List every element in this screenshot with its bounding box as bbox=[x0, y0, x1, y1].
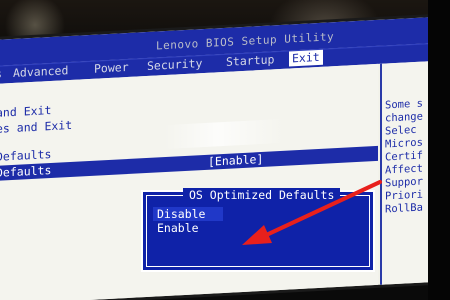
help-line: Selec bbox=[385, 123, 417, 138]
dialog-title: OS Optimized Defaults bbox=[183, 188, 341, 202]
screen-glare bbox=[164, 118, 284, 150]
monitor-bezel bbox=[428, 0, 450, 300]
option-discard-changes-and-exit[interactable]: es and Exit bbox=[0, 118, 72, 136]
dialog-option-disable[interactable]: Disable bbox=[157, 207, 205, 221]
help-line: Suppor bbox=[385, 175, 423, 190]
help-panel: Some s change Selec Micros Certif Affect… bbox=[380, 60, 434, 294]
dialog-frame: OS Optimized Defaults Disable Enable bbox=[146, 188, 370, 267]
option-save-and-exit[interactable]: and Exit bbox=[0, 103, 51, 120]
help-line: change bbox=[385, 110, 423, 125]
menu-item-security[interactable]: Security bbox=[144, 56, 205, 74]
help-line: Certif bbox=[385, 149, 423, 164]
menu-item-startup[interactable]: Startup bbox=[223, 52, 277, 70]
dialog-option-enable[interactable]: Enable bbox=[157, 221, 199, 235]
os-optimized-defaults-dialog: OS Optimized Defaults Disable Enable bbox=[141, 188, 375, 272]
help-line: RollBa bbox=[385, 201, 423, 216]
menu-item-power[interactable]: Power bbox=[91, 60, 132, 77]
menu-item-advanced[interactable]: Advanced bbox=[10, 63, 71, 81]
help-line: Priori bbox=[385, 188, 423, 203]
menu-item-config[interactable]: s bbox=[0, 66, 5, 82]
help-line: Affect bbox=[385, 162, 423, 177]
option-os-optimized-defaults-label: Defaults bbox=[0, 162, 52, 180]
option-load-defaults[interactable]: Defaults bbox=[0, 147, 51, 164]
menu-item-exit[interactable]: Exit bbox=[289, 49, 323, 67]
help-line: Micros bbox=[385, 136, 423, 151]
photo-stage: Lenovo BIOS Setup Utility s Advanced Pow… bbox=[0, 0, 450, 300]
option-os-optimized-defaults-value: [Enable] bbox=[208, 151, 264, 169]
option-os-optimized-defaults-row[interactable]: Defaults [Enable] bbox=[0, 145, 378, 181]
help-line: Some s bbox=[385, 97, 423, 112]
